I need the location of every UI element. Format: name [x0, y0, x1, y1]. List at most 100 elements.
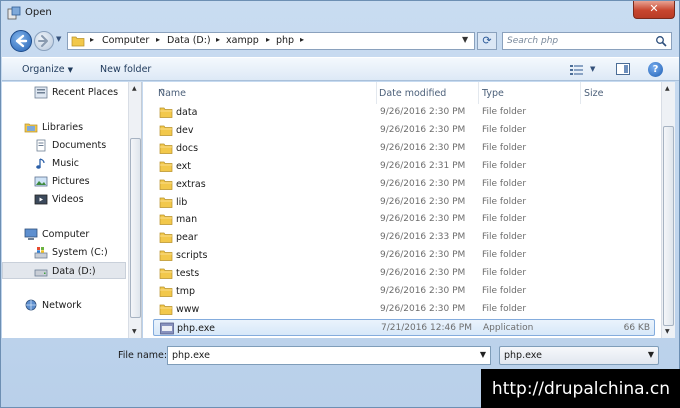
change-view-button[interactable]: ▼ — [570, 62, 598, 78]
scroll-down-icon[interactable]: ▼ — [132, 328, 137, 335]
view-list-icon — [570, 65, 583, 75]
file-type-select[interactable]: php.exe ▼ — [499, 346, 659, 365]
chevron-down-icon: ▼ — [647, 350, 654, 359]
folder-icon — [71, 36, 85, 47]
file-row[interactable]: pear 9/26/2016 2:33 PM File folder — [153, 229, 655, 246]
column-header-date[interactable]: Date modified — [377, 82, 479, 104]
breadcrumb-separator-icon[interactable]: ▸ — [266, 35, 270, 44]
file-type: File folder — [482, 160, 527, 171]
breadcrumb-separator-icon[interactable]: ▸ — [90, 35, 94, 44]
sidebar-item-label: Network — [42, 300, 82, 311]
file-date-modified: 9/26/2016 2:30 PM — [380, 214, 466, 225]
sidebar-item-computer[interactable]: Computer — [2, 226, 126, 243]
search-icon[interactable] — [655, 35, 667, 47]
column-header-size[interactable]: Size — [581, 82, 661, 104]
sidebar-item-label: Music — [52, 158, 80, 169]
file-row[interactable]: tmp 9/26/2016 2:30 PM File folder — [153, 283, 655, 300]
file-row[interactable]: lib 9/26/2016 2:30 PM File folder — [153, 194, 655, 211]
file-name-input[interactable] — [172, 349, 468, 362]
refresh-button[interactable]: ⟳ — [477, 32, 497, 50]
sidebar-item-recent-places[interactable]: Recent Places — [2, 84, 126, 101]
file-row[interactable]: man 9/26/2016 2:30 PM File folder — [153, 211, 655, 228]
new-folder-button[interactable]: New folder — [100, 64, 151, 75]
scrollbar-thumb[interactable] — [130, 138, 141, 318]
file-row[interactable]: docs 9/26/2016 2:30 PM File folder — [153, 140, 655, 157]
file-name-combo[interactable]: ▼ — [167, 346, 491, 365]
file-row[interactable]: ext 9/26/2016 2:31 PM File folder — [153, 158, 655, 175]
sidebar-item-documents[interactable]: Documents — [2, 137, 126, 154]
recent-places-icon — [34, 86, 48, 99]
network-icon — [25, 299, 37, 311]
help-button[interactable]: ? — [648, 62, 663, 77]
file-row[interactable]: dev 9/26/2016 2:30 PM File folder — [153, 122, 655, 139]
navigation-scrollbar[interactable]: ▲ ▼ — [128, 82, 142, 338]
sidebar-item-libraries[interactable]: Libraries — [2, 119, 126, 136]
organize-button[interactable]: Organize ▼ — [22, 64, 73, 75]
file-row[interactable]: tests 9/26/2016 2:30 PM File folder — [153, 265, 655, 282]
breadcrumb-computer[interactable]: Computer — [102, 35, 149, 46]
folder-icon — [159, 215, 173, 226]
close-button[interactable]: ✕ — [633, 1, 675, 19]
file-type: File folder — [482, 268, 527, 279]
sort-ascending-icon: ^ — [158, 88, 166, 99]
scroll-up-icon[interactable]: ▲ — [665, 85, 670, 92]
file-row[interactable]: scripts 9/26/2016 2:30 PM File folder — [153, 247, 655, 264]
breadcrumb-php[interactable]: php — [276, 35, 294, 46]
file-type: Application — [483, 322, 534, 333]
folder-icon — [159, 250, 173, 262]
file-row[interactable]: data 9/26/2016 2:30 PM File folder — [153, 104, 655, 121]
pictures-icon — [34, 176, 48, 187]
column-header-label: Date modified — [379, 88, 447, 99]
window-title: Open — [25, 7, 52, 18]
file-name: man — [176, 214, 198, 226]
file-date-modified: 9/26/2016 2:30 PM — [380, 142, 466, 153]
file-date-modified: 9/26/2016 2:30 PM — [380, 286, 466, 296]
sidebar-item-data-d[interactable]: Data (D:) — [2, 262, 126, 279]
title-bar[interactable]: Open ✕ — [1, 1, 679, 27]
back-button[interactable] — [10, 30, 32, 52]
recent-pages-dropdown[interactable]: ▼ — [56, 35, 66, 47]
sidebar-item-system-c[interactable]: System (C:) — [2, 244, 126, 261]
sidebar-item-videos[interactable]: Videos — [2, 191, 126, 208]
file-type: File folder — [482, 196, 527, 207]
file-row[interactable]: php.exe 7/21/2016 12:46 PM Application 66 K… — [153, 318, 655, 336]
breadcrumb-separator-icon[interactable]: ▸ — [216, 35, 220, 44]
sidebar-item-label: Documents — [52, 140, 107, 151]
forward-button[interactable] — [34, 31, 54, 51]
chevron-down-icon[interactable]: ▼ — [480, 350, 486, 359]
sidebar-item-music[interactable]: Music — [2, 155, 126, 172]
file-type: File folder — [482, 124, 527, 135]
scroll-up-icon[interactable]: ▲ — [132, 85, 137, 92]
file-date-modified: 9/26/2016 2:30 PM — [380, 178, 466, 189]
address-dropdown-icon[interactable]: ▼ — [462, 35, 472, 44]
file-type: File folder — [482, 250, 527, 261]
file-type: File folder — [482, 107, 527, 117]
file-date-modified: 9/26/2016 2:30 PM — [380, 107, 466, 117]
sidebar-item-network[interactable]: Network — [2, 297, 126, 314]
file-name-label: File name: — [118, 350, 168, 361]
breadcrumb-xampp[interactable]: xampp — [226, 35, 259, 46]
file-type: File folder — [482, 178, 527, 189]
file-row[interactable]: www 9/26/2016 2:30 PM File folder — [153, 301, 655, 318]
address-bar[interactable]: ▸ Computer ▸ Data (D:) ▸ xampp ▸ php ▸ ▼ — [67, 32, 475, 50]
file-date-modified: 9/26/2016 2:33 PM — [380, 232, 466, 243]
search-box[interactable] — [502, 32, 672, 50]
folder-icon — [159, 197, 173, 208]
preview-pane-button[interactable] — [616, 63, 630, 75]
column-header-name[interactable]: Name ^ — [143, 82, 377, 104]
scroll-down-icon[interactable]: ▼ — [665, 328, 670, 335]
breadcrumb-separator-icon[interactable]: ▸ — [300, 35, 304, 44]
file-name: docs — [176, 142, 199, 154]
breadcrumb-data-drive[interactable]: Data (D:) — [167, 35, 211, 46]
column-header-type[interactable]: Type — [479, 82, 581, 104]
scrollbar-thumb[interactable] — [663, 126, 674, 326]
file-list-scrollbar[interactable]: ▲ ▼ — [661, 82, 675, 338]
file-type: File folder — [482, 286, 527, 296]
file-list: Name ^ Date modified Type Size data 9/26/… — [143, 82, 661, 338]
sidebar-item-pictures[interactable]: Pictures — [2, 173, 126, 190]
breadcrumb-separator-icon[interactable]: ▸ — [156, 35, 160, 44]
search-input[interactable] — [507, 34, 651, 48]
file-row[interactable]: extras 9/26/2016 2:30 PM File folder — [153, 176, 655, 193]
folder-icon — [159, 286, 173, 297]
file-type: File folder — [482, 214, 527, 225]
